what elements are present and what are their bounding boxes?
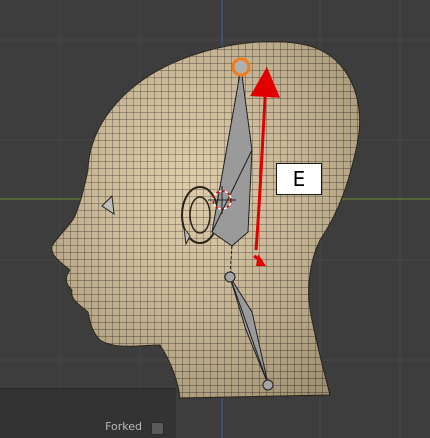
bone-tail-joint[interactable]: [262, 379, 274, 391]
shortcut-key-label: E: [276, 163, 322, 195]
forked-option-row[interactable]: Forked: [0, 418, 176, 438]
forked-label: Forked: [105, 420, 142, 433]
forked-checkbox[interactable]: [151, 422, 164, 435]
bone-joint[interactable]: [224, 271, 236, 283]
viewport-scene[interactable]: [0, 0, 430, 438]
head-mesh[interactable]: [51, 41, 361, 399]
3d-viewport[interactable]: E Forked: [0, 0, 430, 438]
selected-bone-tip[interactable]: [231, 57, 251, 77]
